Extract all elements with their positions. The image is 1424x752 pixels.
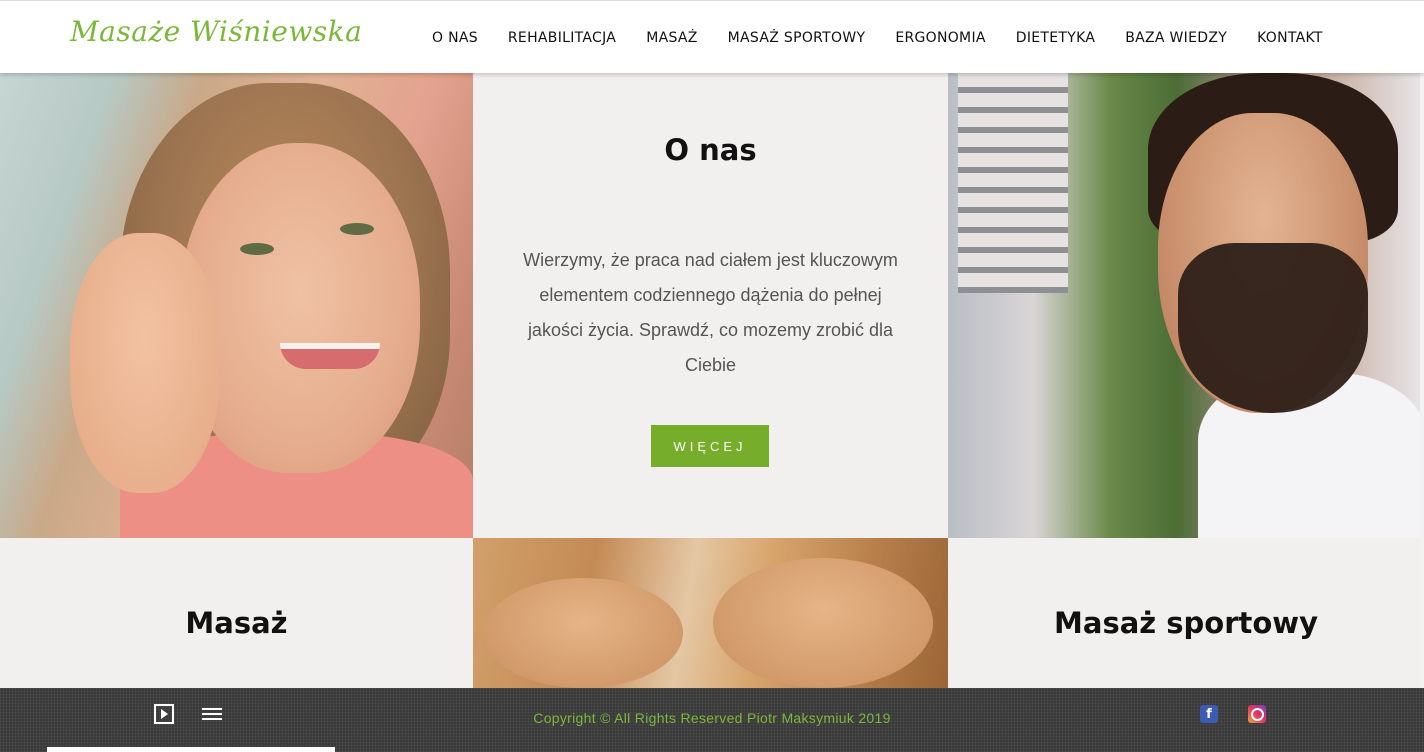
nav-kontakt[interactable]: KONTAKT: [1242, 30, 1338, 46]
woman-face: [180, 143, 420, 473]
bottom-strip: [47, 747, 335, 752]
woman-hand: [70, 233, 220, 493]
site-header: Masaże Wiśniewska O NAS REHABILITACJA MA…: [0, 0, 1424, 73]
masaz-sportowy-heading: Masaż sportowy: [1054, 606, 1318, 640]
hand-left: [483, 578, 683, 688]
man-beard: [1178, 243, 1368, 413]
about-title: O nas: [664, 133, 757, 167]
site-footer: Copyright © All Rights Reserved Piotr Ma…: [0, 688, 1424, 752]
instagram-icon[interactable]: [1248, 705, 1266, 723]
building-background: [958, 73, 1068, 293]
site-logo[interactable]: Masaże Wiśniewska: [70, 15, 362, 48]
nav-baza-wiedzy[interactable]: BAZA WIEDZY: [1110, 30, 1242, 46]
page-scrollbar[interactable]: [1420, 73, 1424, 688]
man-photo: [948, 73, 1424, 538]
woman-photo: [0, 73, 473, 538]
massage-hands-photo: [473, 538, 948, 688]
masaz-heading: Masaż: [185, 606, 288, 640]
nav-o-nas[interactable]: O NAS: [417, 30, 493, 46]
woman-eye-right: [340, 223, 374, 235]
main-nav: O NAS REHABILITACJA MASAŻ MASAŻ SPORTOWY…: [417, 1, 1338, 74]
more-button[interactable]: WIĘCEJ: [651, 425, 769, 467]
nav-dietetyka[interactable]: DIETETYKA: [1001, 30, 1110, 46]
hand-right: [713, 558, 933, 688]
facebook-icon[interactable]: f: [1200, 705, 1218, 723]
nav-rehabilitacja[interactable]: REHABILITACJA: [493, 30, 631, 46]
nav-masaz-sportowy[interactable]: MASAŻ SPORTOWY: [713, 30, 881, 46]
about-section: O nas Wierzymy, że praca nad ciałem jest…: [473, 73, 948, 538]
woman-smile: [280, 343, 380, 369]
woman-eye-left: [240, 243, 274, 255]
masaz-sportowy-tile[interactable]: Masaż sportowy: [948, 538, 1424, 688]
nav-ergonomia[interactable]: ERGONOMIA: [880, 30, 1000, 46]
about-text: Wierzymy, że praca nad ciałem jest klucz…: [523, 250, 898, 375]
masaz-tile[interactable]: Masaż: [0, 538, 473, 688]
nav-masaz[interactable]: MASAŻ: [631, 30, 712, 46]
